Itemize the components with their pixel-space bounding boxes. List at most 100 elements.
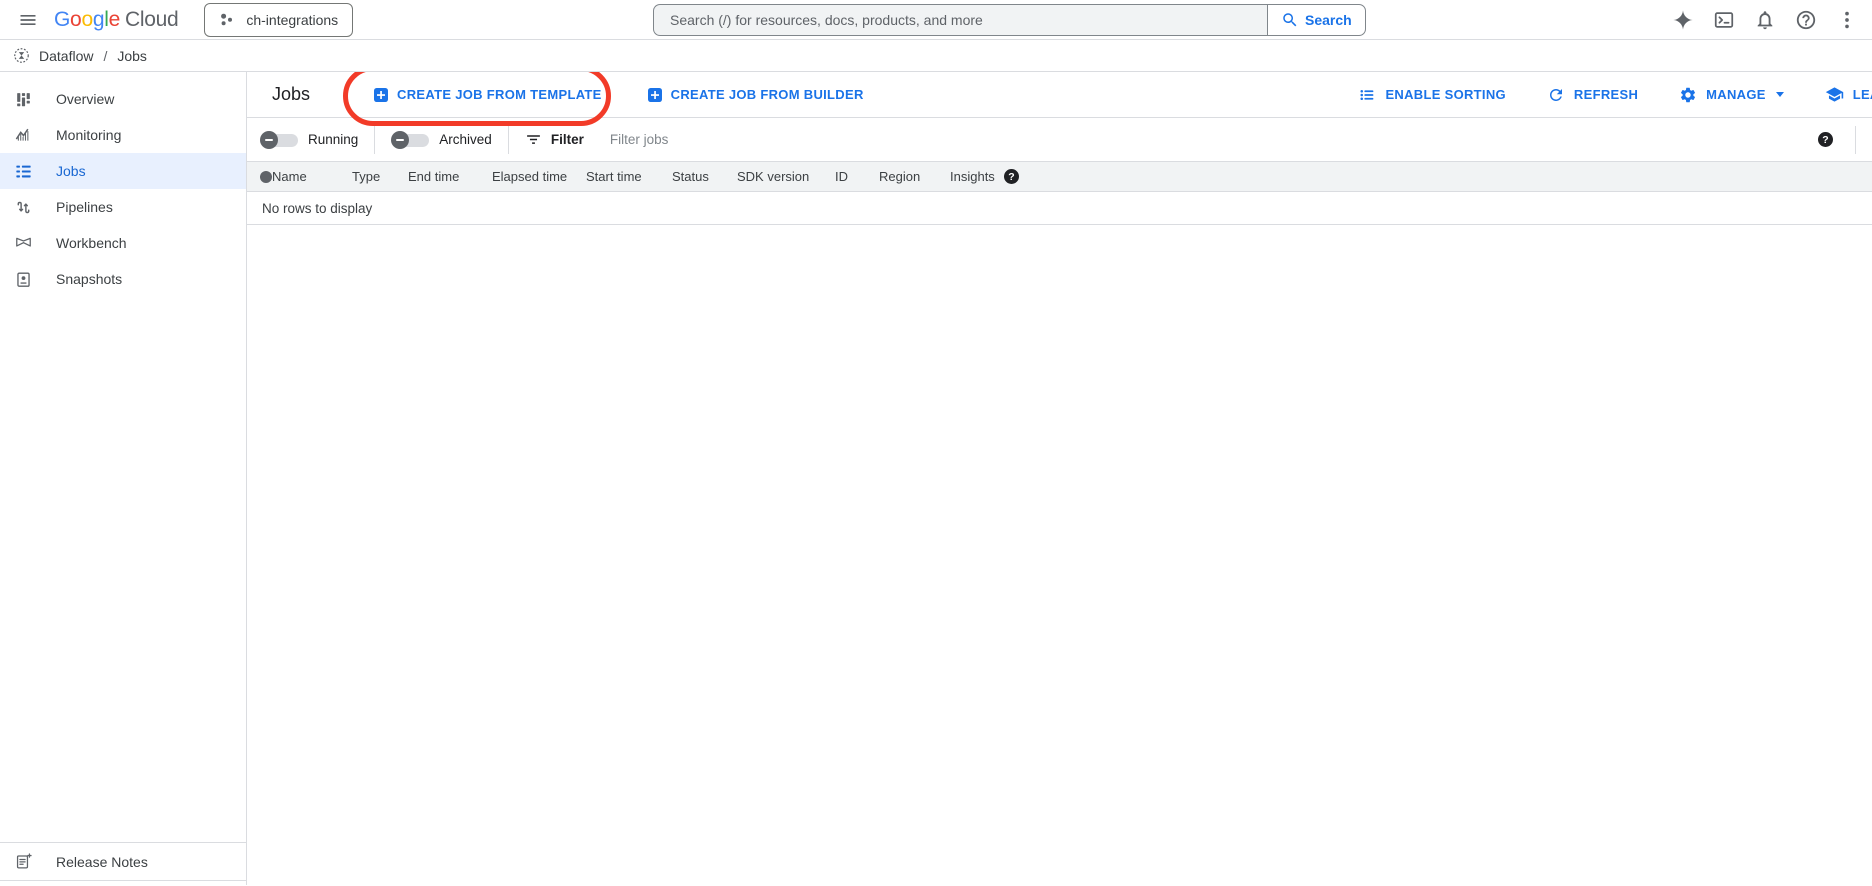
create-job-from-template-label: CREATE JOB FROM TEMPLATE	[397, 87, 602, 102]
breadcrumb-current: Jobs	[117, 48, 147, 64]
create-job-from-builder-label: CREATE JOB FROM BUILDER	[671, 87, 864, 102]
sidebar-footer: Release Notes	[0, 842, 246, 881]
page-toolbar: ENABLE SORTING REFRESH MANAGE LEARN	[1358, 85, 1872, 104]
more-vert-icon[interactable]	[1835, 8, 1859, 32]
column-header-name: Name	[272, 162, 307, 192]
create-job-from-builder-button[interactable]: CREATE JOB FROM BUILDER	[648, 87, 864, 102]
column-header-insights: Insights	[950, 162, 995, 192]
sidebar-item-release-notes[interactable]: Release Notes	[0, 843, 246, 880]
archived-toggle-label: Archived	[439, 132, 492, 147]
refresh-label: REFRESH	[1574, 87, 1638, 102]
chevron-down-icon	[1776, 92, 1784, 97]
filter-icon	[525, 131, 542, 148]
dataflow-sidebar: Overview Monitoring	[0, 72, 247, 885]
snapshots-icon	[13, 269, 33, 289]
sidebar-item-label: Workbench	[56, 235, 127, 251]
refresh-button[interactable]: REFRESH	[1547, 86, 1638, 104]
sidebar-item-pipelines[interactable]: Pipelines	[0, 189, 246, 225]
help-icon[interactable]	[1794, 8, 1818, 32]
column-header-end-time: End time	[408, 162, 459, 192]
sidebar-item-label: Overview	[56, 91, 114, 107]
status-column-icon	[260, 171, 272, 183]
logo-letter: e	[109, 8, 120, 32]
running-toggle-label: Running	[308, 132, 358, 147]
gemini-icon[interactable]	[1671, 8, 1695, 32]
sidebar-item-label: Snapshots	[56, 271, 122, 287]
create-job-from-template-button[interactable]: CREATE JOB FROM TEMPLATE	[374, 87, 602, 102]
page-title: Jobs	[272, 84, 310, 105]
gear-icon	[1679, 86, 1697, 104]
insights-help-icon[interactable]: ?	[1004, 169, 1019, 184]
google-cloud-console: { "topbar": { "logo": { "g1": "G", "g2":…	[0, 0, 1872, 886]
project-name: ch-integrations	[246, 12, 338, 28]
divider	[1855, 126, 1856, 154]
notifications-bell-icon[interactable]	[1753, 8, 1777, 32]
column-header-region: Region	[879, 162, 920, 192]
column-header-start-time: Start time	[586, 162, 642, 192]
sidebar-item-label: Jobs	[56, 163, 86, 179]
toggle-knob	[260, 131, 278, 149]
learn-label: LEARN	[1853, 87, 1872, 102]
add-box-icon	[648, 88, 662, 102]
learn-button[interactable]: LEARN	[1825, 85, 1872, 104]
column-header-id: ID	[835, 162, 848, 192]
filter-jobs-input[interactable]	[610, 132, 1030, 147]
search-button[interactable]: Search	[1267, 4, 1366, 36]
add-box-icon	[374, 88, 388, 102]
enable-sorting-button[interactable]: ENABLE SORTING	[1358, 86, 1505, 104]
project-icon	[219, 12, 235, 28]
column-header-type: Type	[352, 162, 380, 192]
sidebar-item-label: Pipelines	[56, 199, 113, 215]
google-cloud-logo[interactable]: Google Cloud	[54, 8, 178, 32]
sort-list-icon	[1358, 86, 1376, 104]
empty-table-message: No rows to display	[247, 192, 1872, 225]
toggle-knob	[391, 131, 409, 149]
release-notes-icon	[13, 852, 33, 872]
filter-bar: Running Archived Filter ?	[247, 118, 1872, 162]
console-search: Search	[653, 4, 1366, 36]
logo-letter: o	[70, 8, 81, 32]
column-header-elapsed: Elapsed time	[492, 162, 567, 192]
logo-letter: G	[54, 8, 70, 32]
logo-letter: o	[81, 8, 92, 32]
sidebar-item-workbench[interactable]: Workbench	[0, 225, 246, 261]
manage-button[interactable]: MANAGE	[1679, 86, 1784, 104]
enable-sorting-label: ENABLE SORTING	[1385, 87, 1505, 102]
search-button-label: Search	[1305, 12, 1352, 28]
column-header-status: Status	[672, 162, 709, 192]
manage-label: MANAGE	[1706, 87, 1766, 102]
sidebar-item-jobs[interactable]: Jobs	[0, 153, 246, 189]
running-toggle[interactable]	[260, 130, 298, 150]
column-header-sdk-version: SDK version	[737, 162, 809, 192]
top-app-bar: Google Cloud ch-integrations Search	[0, 0, 1872, 40]
filter-help-icon[interactable]: ?	[1818, 132, 1833, 147]
page-header: Jobs CREATE JOB FROM TEMPLATE	[247, 72, 1872, 118]
jobs-table-header: Name Type End time Elapsed time Start ti…	[247, 162, 1872, 192]
filter-button[interactable]: Filter	[525, 131, 584, 148]
workbench-icon	[13, 233, 33, 253]
sidebar-item-label: Monitoring	[56, 127, 121, 143]
divider	[374, 126, 375, 154]
project-selector[interactable]: ch-integrations	[204, 3, 353, 37]
breadcrumb-dataflow[interactable]: Dataflow	[39, 48, 93, 64]
monitoring-icon	[13, 125, 33, 145]
main-content: Jobs CREATE JOB FROM TEMPLATE	[247, 72, 1872, 885]
dataflow-icon	[13, 47, 30, 64]
refresh-icon	[1547, 86, 1565, 104]
overview-icon	[13, 89, 33, 109]
breadcrumb-separator: /	[102, 48, 108, 64]
divider	[508, 126, 509, 154]
filter-button-label: Filter	[551, 132, 584, 147]
search-icon	[1281, 11, 1299, 29]
sidebar-item-monitoring[interactable]: Monitoring	[0, 117, 246, 153]
search-input[interactable]	[653, 4, 1267, 36]
archived-toggle[interactable]	[391, 130, 429, 150]
breadcrumb: Dataflow / Jobs	[0, 40, 1872, 72]
sidebar-item-overview[interactable]: Overview	[0, 81, 246, 117]
pipelines-icon	[13, 197, 33, 217]
sidebar-item-snapshots[interactable]: Snapshots	[0, 261, 246, 297]
hamburger-menu-icon[interactable]	[10, 2, 46, 38]
school-cap-icon	[1825, 85, 1844, 104]
cloud-shell-icon[interactable]	[1712, 8, 1736, 32]
sidebar-item-label: Release Notes	[56, 854, 148, 870]
